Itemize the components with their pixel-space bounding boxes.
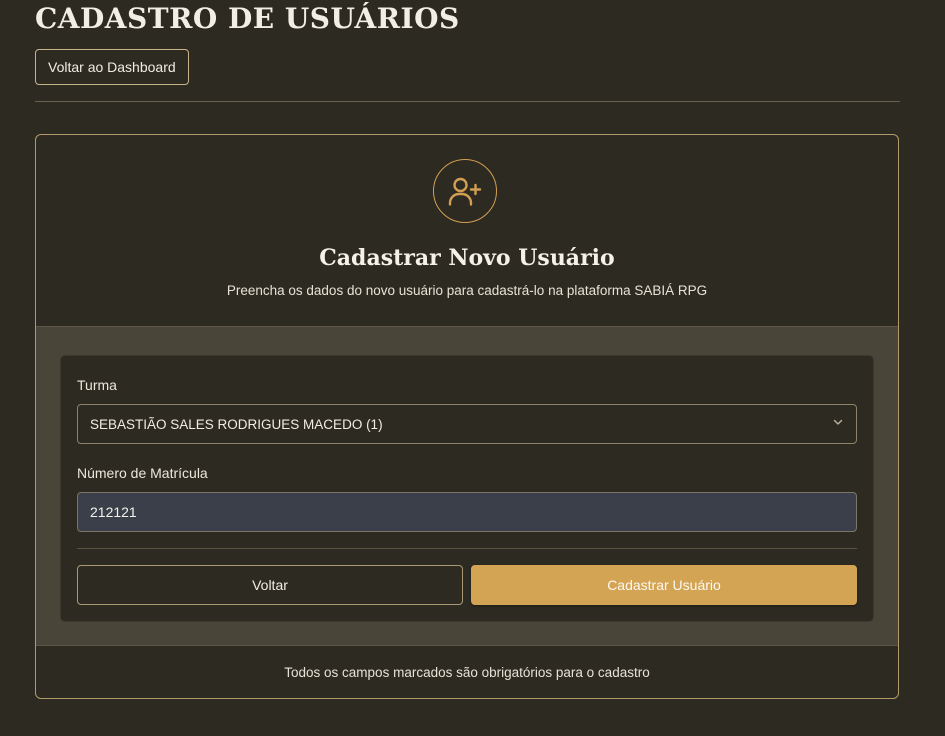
turma-label: Turma <box>77 377 117 393</box>
form-divider <box>77 548 857 549</box>
turma-select[interactable]: SEBASTIÃO SALES RODRIGUES MACEDO (1) <box>77 404 857 444</box>
card-header: Cadastrar Novo Usuário Preencha os dados… <box>36 135 898 327</box>
register-user-button[interactable]: Cadastrar Usuário <box>471 565 857 605</box>
card-body: Turma SEBASTIÃO SALES RODRIGUES MACEDO (… <box>36 327 898 645</box>
chevron-down-icon <box>832 415 844 433</box>
matricula-label: Número de Matrícula <box>77 465 208 481</box>
page-title: CADASTRO DE USUÁRIOS <box>35 2 460 35</box>
back-to-dashboard-button[interactable]: Voltar ao Dashboard <box>35 49 189 85</box>
card-subtitle: Preencha os dados do novo usuário para c… <box>226 283 708 298</box>
user-registration-page: CADASTRO DE USUÁRIOS Voltar ao Dashboard… <box>0 0 945 736</box>
registration-form: Turma SEBASTIÃO SALES RODRIGUES MACEDO (… <box>60 355 874 622</box>
required-fields-note: Todos os campos marcados são obrigatório… <box>284 665 650 680</box>
header-divider <box>35 101 900 102</box>
user-plus-icon <box>433 159 497 223</box>
card-title: Cadastrar Novo Usuário <box>319 245 615 271</box>
registration-card: Cadastrar Novo Usuário Preencha os dados… <box>35 134 899 699</box>
back-button[interactable]: Voltar <box>77 565 463 605</box>
card-footer: Todos os campos marcados são obrigatório… <box>36 645 898 698</box>
matricula-input[interactable] <box>77 492 857 532</box>
turma-selected-value: SEBASTIÃO SALES RODRIGUES MACEDO (1) <box>90 416 383 432</box>
